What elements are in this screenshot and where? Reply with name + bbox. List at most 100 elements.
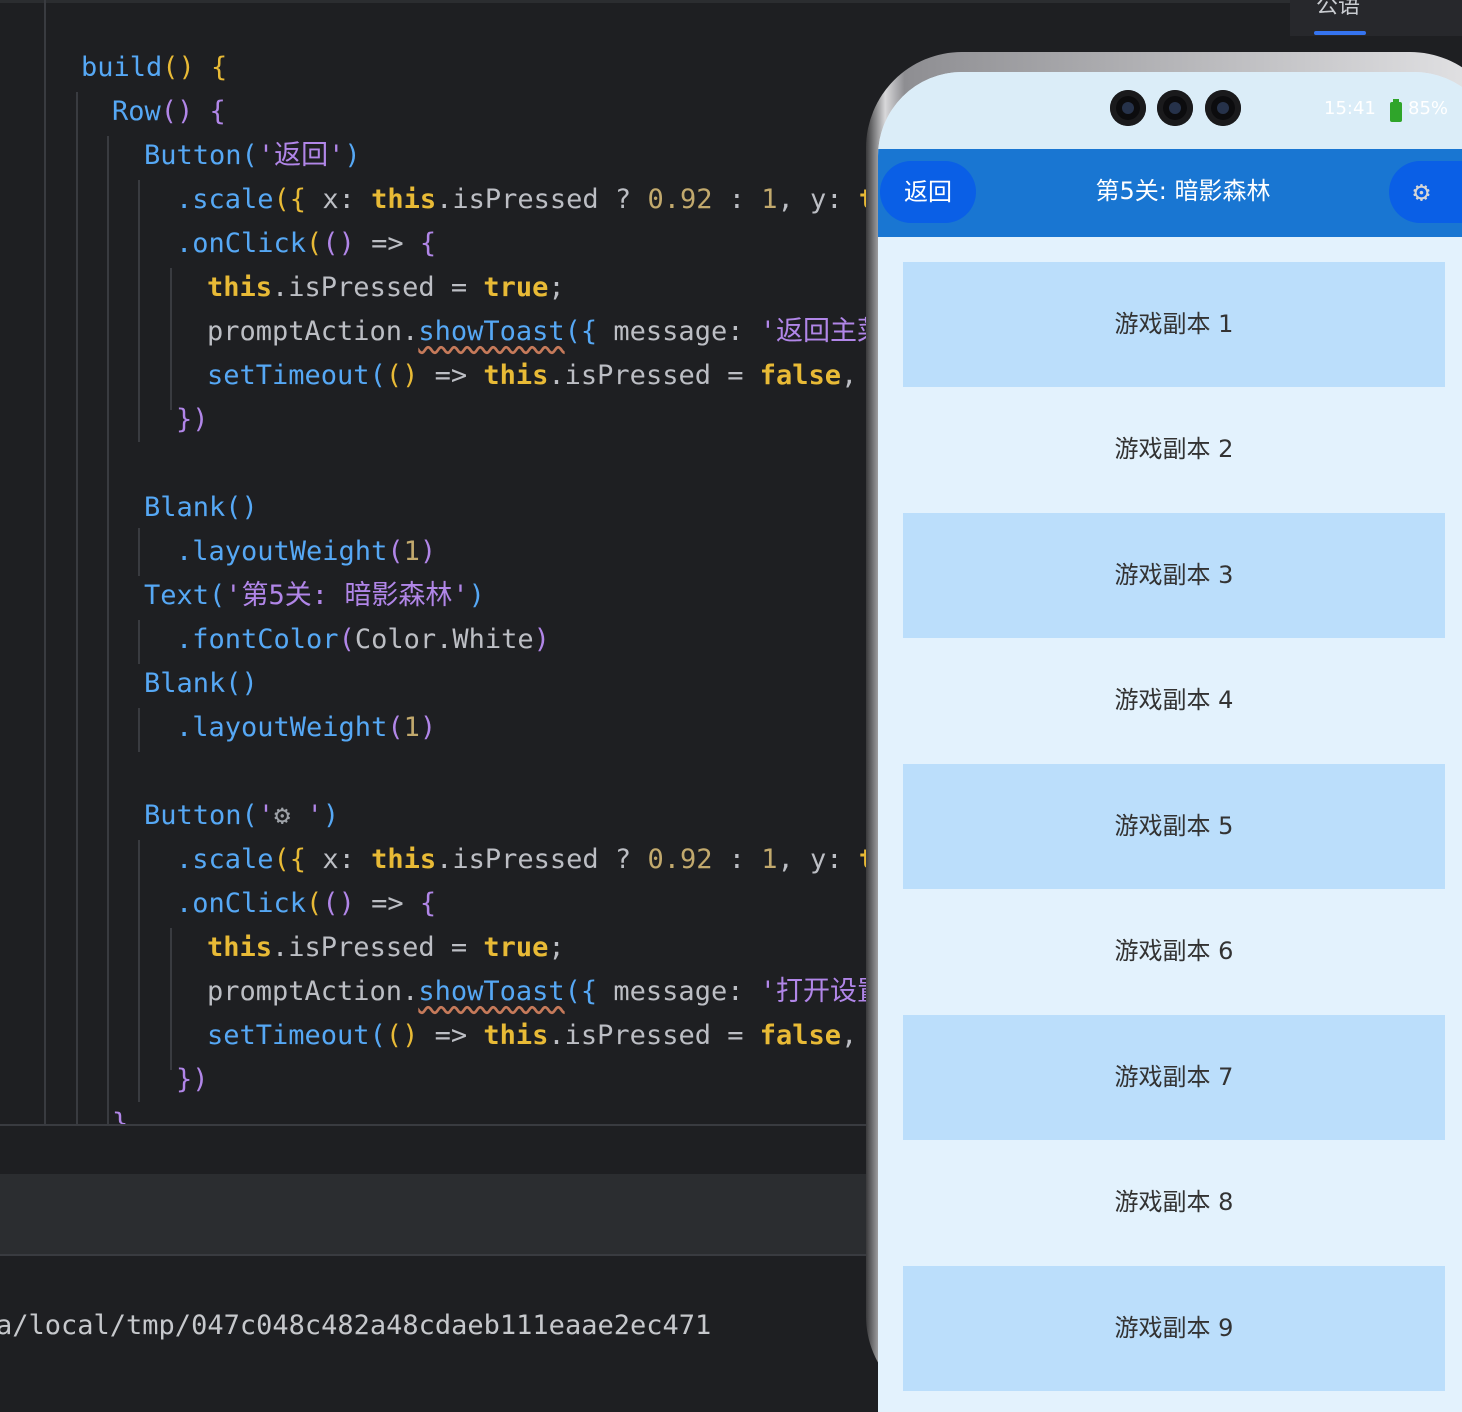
settings-button[interactable]: ⚙ [1389, 161, 1462, 223]
code-token: : [712, 844, 762, 875]
status-bar: 15:41 85% [878, 72, 1462, 149]
code-line[interactable]: setTimeout(() => this.isPressed = false,… [207, 1014, 906, 1058]
code-token: ; [548, 272, 565, 303]
camera-lens-icon [1157, 90, 1193, 126]
code-token: x: [306, 184, 372, 215]
code-line[interactable]: Blank() [144, 662, 258, 706]
list-item[interactable]: 游戏副本 1 [903, 262, 1445, 387]
code-line[interactable]: Button('⚙ ') [144, 794, 339, 838]
code-line[interactable]: Button('返回') [144, 134, 361, 178]
code-token: ( [369, 1020, 386, 1051]
app-header: 返回 第5关: 暗影森林 ⚙ [878, 149, 1462, 237]
list-item[interactable]: 游戏副本 2 [903, 387, 1445, 512]
code-token: { [419, 888, 437, 919]
code-line[interactable]: build() { [81, 46, 227, 90]
code-line[interactable]: setTimeout(() => this.isPressed = false,… [207, 354, 906, 398]
indent-guide [138, 620, 140, 664]
code-token: } [112, 1108, 129, 1124]
code-token: ( [387, 712, 404, 743]
list-item[interactable]: 游戏副本 8 [903, 1140, 1445, 1265]
list-item[interactable]: 游戏副本 5 [903, 764, 1445, 889]
code-token: setTimeout [207, 360, 370, 391]
code-token: () [162, 52, 195, 83]
code-token: , y: [777, 184, 859, 215]
code-token: .isPressed ? [436, 844, 648, 875]
tab-top-right[interactable]: 公语 [1290, 0, 1462, 36]
code-token: ; [548, 932, 565, 963]
code-line[interactable]: Blank() [144, 486, 258, 530]
list-item[interactable]: 游戏副本 3 [903, 513, 1445, 638]
code-line[interactable]: .scale({ x: this.isPressed ? 0.92 : 1, y… [176, 178, 891, 222]
indent-guide [138, 840, 140, 1102]
list-item[interactable]: 游戏副本 6 [903, 889, 1445, 1014]
code-token: : [712, 184, 762, 215]
code-line[interactable]: Text('第5关: 暗影森林') [144, 574, 485, 618]
list-item[interactable]: 游戏副本 4 [903, 638, 1445, 763]
device-screen[interactable]: 15:41 85% 返回 第5关: 暗影森林 ⚙ 游戏副本 1 游戏副本 2 游… [878, 72, 1462, 1412]
code-token: () [322, 888, 355, 919]
code-token: .scale [176, 184, 274, 215]
gear-icon: ⚙ [274, 800, 291, 831]
code-token: ) [468, 580, 485, 611]
code-line[interactable]: .fontColor(Color.White) [176, 618, 550, 662]
list-item[interactable]: 游戏副本 9 [903, 1266, 1445, 1391]
code-token: message: [597, 316, 760, 347]
code-token: }) [176, 404, 209, 435]
indent-guide [107, 136, 109, 1124]
code-line[interactable]: } [112, 1102, 128, 1124]
code-token: false [759, 360, 842, 391]
code-line[interactable]: .layoutWeight(1) [176, 530, 436, 574]
code-token: ({ [273, 844, 307, 875]
code-token: .layoutWeight [176, 536, 388, 567]
code-token: this [483, 1020, 549, 1051]
code-token: { [194, 52, 228, 83]
level-title: 第5关: 暗影森林 [1095, 177, 1271, 205]
code-line[interactable]: .scale({ x: this.isPressed ? 0.92 : 1, y… [176, 838, 891, 882]
code-token: => [418, 1020, 484, 1051]
code-token: Blank [144, 668, 226, 699]
back-button[interactable]: 返回 [880, 161, 976, 223]
code-line[interactable]: this.isPressed = true; [207, 926, 565, 970]
code-line[interactable]: .onClick(() => { [176, 222, 436, 266]
code-line[interactable]: this.isPressed = true; [207, 266, 565, 310]
code-token: showToast [418, 316, 565, 347]
code-line[interactable]: }) [176, 1058, 209, 1102]
battery-icon [1390, 99, 1402, 122]
code-line[interactable]: Row() { [112, 90, 226, 134]
code-token: ({ [564, 976, 598, 1007]
code-token: Row [112, 96, 161, 127]
code-token: .onClick [176, 228, 307, 259]
code-token: ( [306, 228, 323, 259]
code-token: .isPressed = [272, 932, 484, 963]
code-token: x: [306, 844, 372, 875]
code-line[interactable]: .layoutWeight(1) [176, 706, 436, 750]
code-token: .White [436, 624, 534, 655]
code-line[interactable]: promptAction.showToast({ message: '打开设置' [207, 970, 900, 1014]
code-token: ( [241, 800, 258, 831]
code-line[interactable]: promptAction.showToast({ message: '返回主菜单 [207, 310, 911, 354]
terminal-path-text: a/local/tmp/047c048c482a48cdaeb111eaae2e… [0, 1310, 712, 1341]
indent-guide [76, 92, 78, 1124]
code-token: this [371, 844, 437, 875]
indent-guide [138, 708, 140, 752]
code-token: .layoutWeight [176, 712, 388, 743]
code-token: Text [144, 580, 210, 611]
code-token: ) [322, 800, 340, 831]
indent-guide [44, 0, 46, 1124]
list-item[interactable]: 游戏副本 7 [903, 1015, 1445, 1140]
code-token: promptAction. [207, 976, 419, 1007]
indent-guide [170, 268, 172, 410]
code-token: '返回' [257, 140, 345, 171]
code-token: .isPressed ? [436, 184, 648, 215]
code-token: { [193, 96, 226, 127]
code-token: 1 [761, 844, 778, 875]
code-line[interactable]: }) [176, 398, 209, 442]
code-token: ) [419, 536, 437, 567]
code-token: () [385, 360, 419, 391]
code-token: true [483, 272, 549, 303]
status-time: 15:41 [1324, 98, 1376, 119]
gear-icon: ⚙ [1413, 175, 1430, 208]
code-token: , y: [777, 844, 859, 875]
code-token: 1 [403, 536, 420, 567]
code-line[interactable]: .onClick(() => { [176, 882, 436, 926]
